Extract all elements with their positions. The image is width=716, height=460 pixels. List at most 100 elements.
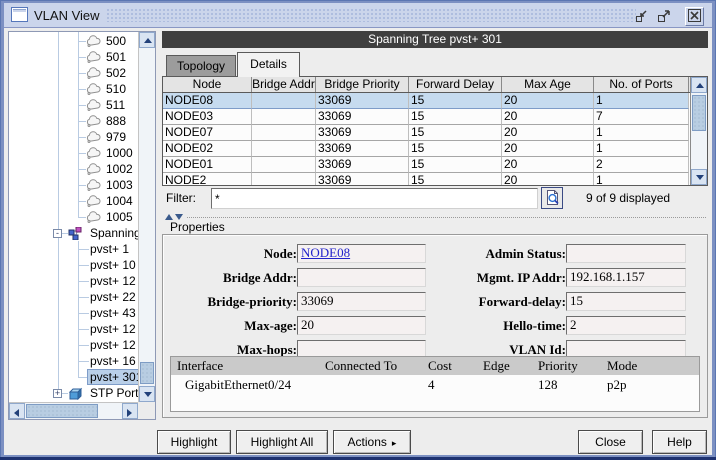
column-header-no-of-ports[interactable]: No. of Ports <box>594 77 689 92</box>
interface-cell <box>479 377 534 395</box>
column-header-bridge-addr[interactable]: Bridge Addr <box>252 77 316 92</box>
property-row-bridge-priority: Bridge-priority:33069 <box>171 292 441 311</box>
table-row[interactable]: NODE073306915201 <box>163 125 707 141</box>
tree-item-1005[interactable]: 1005 <box>9 209 138 225</box>
tree-item-pvst-16[interactable]: pvst+ 16 <box>9 353 138 369</box>
tree-item-pvst-12[interactable]: pvst+ 12 <box>9 273 138 289</box>
tree-item-label: 500 <box>106 34 126 48</box>
tree-item-979[interactable]: 979 <box>9 129 138 145</box>
window-title: VLAN View <box>34 8 100 23</box>
cloud-icon <box>86 147 101 162</box>
table-cell: 33069 <box>316 141 409 157</box>
tree-item-501[interactable]: 501 <box>9 49 138 65</box>
submenu-arrow-icon: ▸ <box>392 438 397 448</box>
tab-details[interactable]: Details <box>237 52 300 77</box>
property-field-bridge-priority[interactable]: 33069 <box>297 292 426 311</box>
table-row[interactable]: NODE083306915201 <box>163 93 707 109</box>
table-row[interactable]: NODE023306915201 <box>163 141 707 157</box>
splitter-handle[interactable] <box>187 217 706 218</box>
highlight-button[interactable]: Highlight <box>157 430 231 454</box>
tree-item-label: pvst+ 22 <box>90 290 136 304</box>
tree-item-label: pvst+ 43 <box>90 306 136 320</box>
tree-item-pvst-22[interactable]: pvst+ 22 <box>9 289 138 305</box>
tree-item-label: pvst+ 1 <box>90 242 129 256</box>
cloud-icon <box>86 35 101 50</box>
tab-topology[interactable]: Topology <box>166 55 236 76</box>
tree-item-spanning[interactable]: -Spanning <box>9 225 138 241</box>
tree-item-pvst-43[interactable]: pvst+ 43 <box>9 305 138 321</box>
table-cell <box>252 173 316 186</box>
cloud-icon <box>86 51 101 66</box>
scroll-down-button[interactable] <box>691 169 707 185</box>
interface-cell: GigabitEthernet0/24 <box>171 377 321 395</box>
close-icon[interactable] <box>685 7 704 26</box>
table-row[interactable]: NODE013306915202 <box>163 157 707 173</box>
tree-item-pvst-12[interactable]: pvst+ 12 <box>9 321 138 337</box>
tree-item-stp-port[interactable]: +STP Port <box>9 385 138 401</box>
cloud-icon <box>86 67 101 82</box>
cloud-icon <box>86 195 101 210</box>
property-field-bridge-addr[interactable] <box>297 268 426 287</box>
tree-item-1004[interactable]: 1004 <box>9 193 138 209</box>
column-header-max-age[interactable]: Max Age <box>502 77 594 92</box>
property-field-hello-time[interactable]: 2 <box>566 316 686 335</box>
expand-icon[interactable]: + <box>53 389 62 398</box>
tree-item-500[interactable]: 500 <box>9 33 138 49</box>
tree-vertical-scrollbar[interactable] <box>138 32 155 402</box>
tree-horizontal-scrollbar[interactable] <box>9 402 138 419</box>
tree-item-pvst-301[interactable]: pvst+ 301 <box>9 369 138 385</box>
table-cell: NODE02 <box>163 141 252 157</box>
tree-item-pvst-12[interactable]: pvst+ 12 <box>9 337 138 353</box>
property-field-node[interactable]: NODE08 <box>297 244 426 263</box>
titlebar[interactable]: VLAN View <box>4 3 712 28</box>
tree-item-510[interactable]: 510 <box>9 81 138 97</box>
cloud-icon <box>86 99 101 114</box>
tree-item-511[interactable]: 511 <box>9 97 138 113</box>
tree-vscroll-thumb[interactable] <box>140 362 154 384</box>
property-field-mgmt-ip-addr[interactable]: 192.168.1.157 <box>566 268 686 287</box>
table-cell: 33069 <box>316 109 409 125</box>
property-row-mgmt-ip-addr: Mgmt. IP Addr:192.168.1.157 <box>413 268 698 287</box>
tree-hscroll-thumb[interactable] <box>26 404 98 418</box>
tree-item-1002[interactable]: 1002 <box>9 161 138 177</box>
tree-item-1000[interactable]: 1000 <box>9 145 138 161</box>
table-row[interactable]: NODE23306915201 <box>163 173 707 186</box>
properties-panel: Node:NODE08Bridge Addr:Bridge-priority:3… <box>162 234 708 418</box>
minimize-icon[interactable] <box>633 8 650 25</box>
table-cell: 15 <box>409 125 502 141</box>
table-cell: 20 <box>502 173 594 186</box>
property-field-forward-delay[interactable]: 15 <box>566 292 686 311</box>
tree-item-1003[interactable]: 1003 <box>9 177 138 193</box>
filter-search-button[interactable] <box>541 187 563 209</box>
column-header-forward-delay[interactable]: Forward Delay <box>409 77 502 92</box>
highlight-all-button[interactable]: Highlight All <box>236 430 328 454</box>
scroll-up-button[interactable] <box>139 32 155 48</box>
node-link[interactable]: NODE08 <box>301 245 350 260</box>
scroll-left-button[interactable] <box>9 403 25 419</box>
help-button[interactable]: Help <box>652 430 707 454</box>
maximize-icon[interactable] <box>655 8 672 25</box>
table-row[interactable]: NODE033306915207 <box>163 109 707 125</box>
table-vscroll-thumb[interactable] <box>692 95 706 131</box>
tree-item-888[interactable]: 888 <box>9 113 138 129</box>
column-header-bridge-priority[interactable]: Bridge Priority <box>316 77 409 92</box>
tree-item-label: 1002 <box>106 162 133 176</box>
tree-item-label: pvst+ 12 <box>90 274 136 288</box>
tree-item-502[interactable]: 502 <box>9 65 138 81</box>
filter-status: 9 of 9 displayed <box>586 191 670 205</box>
tree-item-pvst-1[interactable]: pvst+ 1 <box>9 241 138 257</box>
scroll-right-button[interactable] <box>122 403 138 419</box>
column-header-node[interactable]: Node <box>163 77 252 92</box>
table-vertical-scrollbar[interactable] <box>690 77 707 185</box>
collapse-icon[interactable]: - <box>53 229 62 238</box>
close-button[interactable]: Close <box>578 430 643 454</box>
scroll-up-button[interactable] <box>691 77 707 93</box>
tree-item-pvst-10[interactable]: pvst+ 10 <box>9 257 138 273</box>
property-field-admin-status[interactable] <box>566 244 686 263</box>
property-row-node: Node:NODE08 <box>171 244 441 263</box>
filter-input[interactable] <box>211 188 538 209</box>
scroll-down-button[interactable] <box>139 386 155 402</box>
actions-menu-button[interactable]: Actions▸ <box>333 430 411 454</box>
interface-row[interactable]: GigabitEthernet0/244128p2p <box>171 377 699 395</box>
property-field-max-age[interactable]: 20 <box>297 316 426 335</box>
